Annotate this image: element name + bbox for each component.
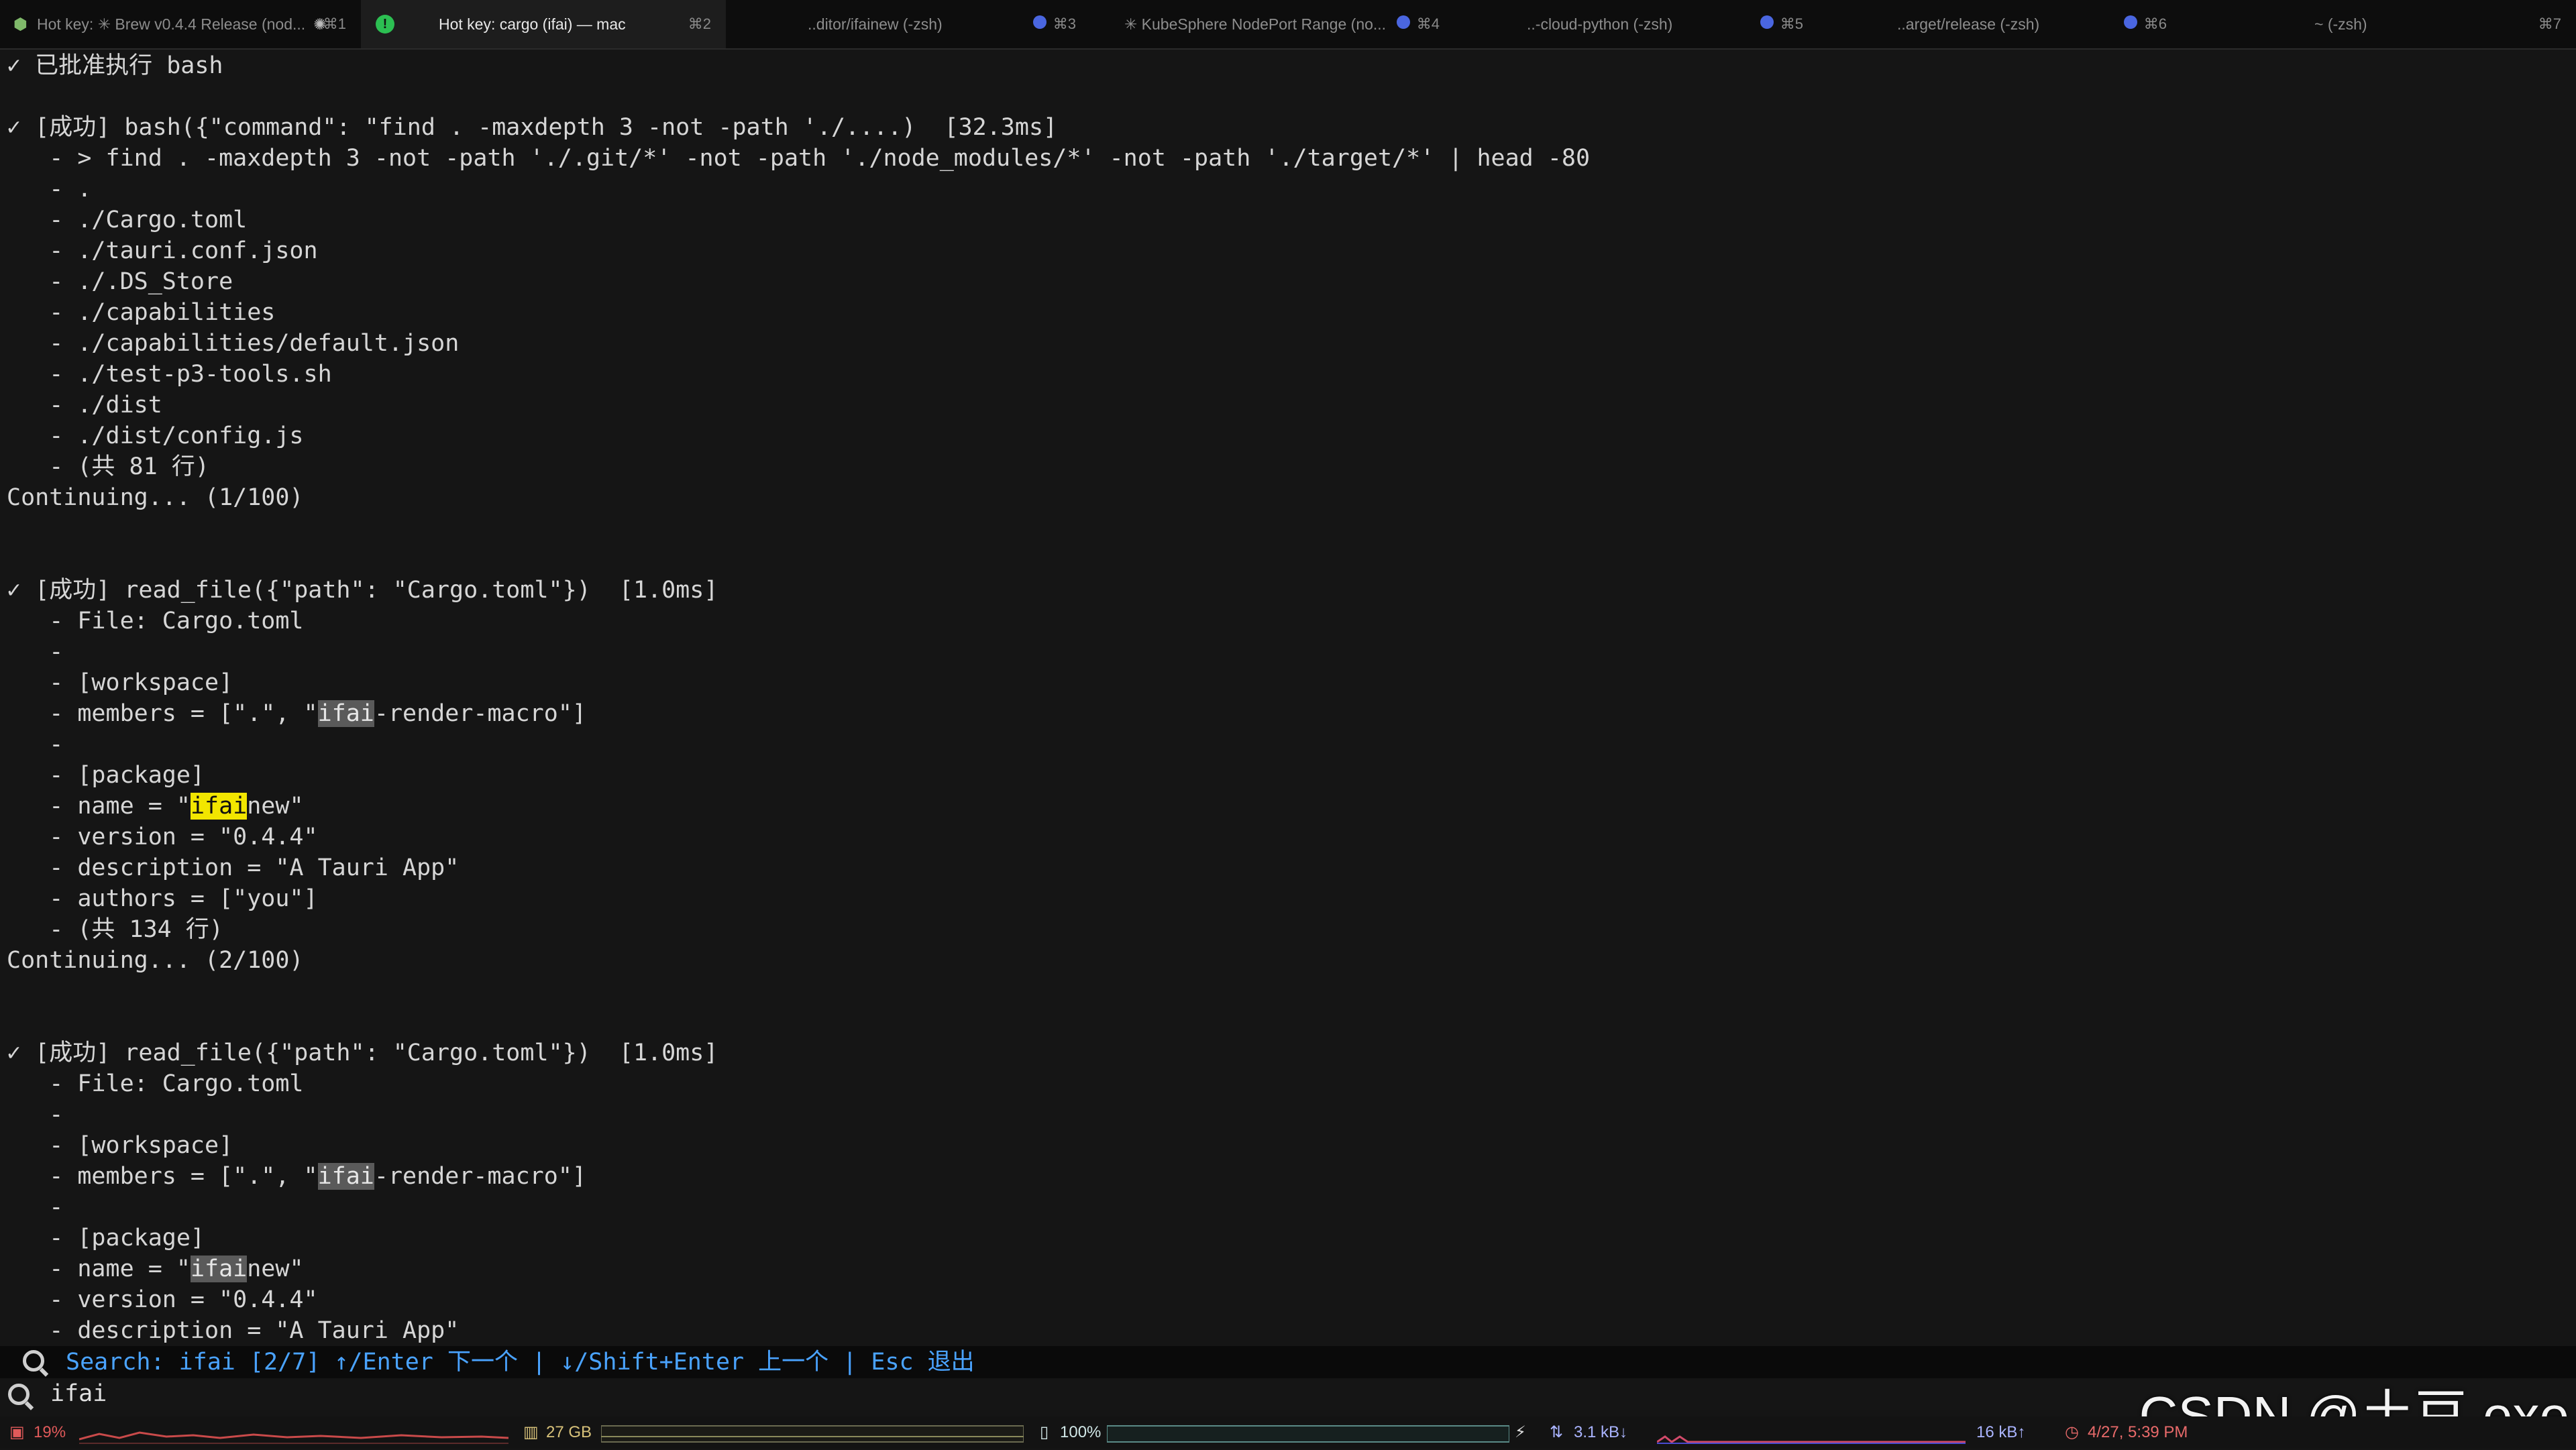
activity-dot-icon bbox=[1396, 15, 1410, 29]
tab-shortcut: ⌘6 bbox=[2143, 15, 2167, 32]
output-line: - ./dist/config.js bbox=[7, 423, 304, 449]
text-segment: - name = " bbox=[7, 793, 191, 820]
tab-bar: ⬢ Hot key: ✳ Brew v0.4.4 Release (nod...… bbox=[0, 0, 2576, 50]
output-line: - bbox=[7, 731, 64, 758]
tab-shortcut: ⌘7 bbox=[2538, 15, 2561, 32]
output-line: - name = "ifainew" bbox=[7, 791, 304, 822]
output-line: - name = "ifainew" bbox=[7, 1253, 304, 1284]
output-line: - ./tauri.conf.json bbox=[7, 237, 318, 264]
output-line: - version = "0.4.4" bbox=[7, 824, 318, 850]
tool-result-header: ✓ [成功] read_file({"path": "Cargo.toml"})… bbox=[7, 1040, 718, 1066]
continuing-line: Continuing... (2/100) bbox=[7, 947, 304, 974]
output-line: - members = [".", "ifai-render-macro"] bbox=[7, 1161, 586, 1192]
network-graph bbox=[1657, 1435, 1966, 1444]
battery-icon: ▯ bbox=[1040, 1423, 1049, 1441]
network-icon: ⇅ bbox=[1550, 1423, 1564, 1441]
output-line: - (共 134 行) bbox=[7, 916, 223, 943]
tab-label: ..ditor/ifainew (-zsh) bbox=[808, 15, 943, 33]
tab-label: ✳ KubeSphere NodePort Range (no... bbox=[1124, 15, 1387, 33]
tab-4[interactable]: ✳ KubeSphere NodePort Range (no... ⌘4 bbox=[1089, 0, 1453, 48]
output-line: - [package] bbox=[7, 1225, 205, 1251]
output-line: - bbox=[7, 638, 64, 665]
text-segment: -render-macro"] bbox=[374, 700, 586, 727]
output-line: - members = [".", "ifai-render-macro"] bbox=[7, 698, 586, 729]
tab-label: ..arget/release (-zsh) bbox=[1897, 15, 2040, 33]
search-status: Search: ifai [2/7] ↑/Enter 下一个 | ↓/Shift… bbox=[66, 1349, 975, 1376]
text-segment: new" bbox=[247, 1256, 304, 1282]
tab-label: ~ (-zsh) bbox=[2314, 15, 2367, 33]
memory-graph bbox=[601, 1425, 1024, 1443]
text-segment: - members = [".", " bbox=[7, 1163, 318, 1190]
cpu-graph bbox=[79, 1431, 508, 1444]
search-match: ifai bbox=[190, 1256, 248, 1282]
approved-line: ✓ 已批准执行 bash bbox=[7, 52, 223, 79]
network-upload: 16 kB↑ bbox=[1976, 1423, 2026, 1441]
tab-shortcut: ⌘3 bbox=[1053, 15, 1076, 32]
output-line: - ./test-p3-tools.sh bbox=[7, 361, 332, 388]
output-line: - ./Cargo.toml bbox=[7, 207, 248, 233]
datetime: 4/27, 5:39 PM bbox=[2088, 1423, 2188, 1441]
cpu-usage: 19% bbox=[34, 1423, 66, 1441]
memory-usage: 27 GB bbox=[546, 1423, 592, 1441]
output-line: - > find . -maxdepth 3 -not -path './.gi… bbox=[7, 145, 1591, 172]
tab-label: Hot key: cargo (ifai) — mac bbox=[439, 15, 626, 33]
tool-result-header: ✓ [成功] read_file({"path": "Cargo.toml"})… bbox=[7, 577, 718, 604]
tab-label: Hot key: ✳ Brew v0.4.4 Release (nod... bbox=[36, 15, 306, 33]
network-download: 3.1 kB↓ bbox=[1574, 1423, 1628, 1441]
activity-dot-icon bbox=[2123, 15, 2137, 29]
output-line: - (共 81 行) bbox=[7, 453, 209, 480]
activity-dot-icon bbox=[1032, 15, 1046, 29]
current-search-match: ifai bbox=[190, 793, 248, 820]
battery-level: 100% bbox=[1060, 1423, 1102, 1441]
output-line: - . bbox=[7, 176, 92, 203]
terminal-output[interactable]: ✓ 已批准执行 bash ✓ [成功] bash({"command": "fi… bbox=[0, 48, 2576, 1346]
tab-shortcut: ⌘1 bbox=[323, 15, 346, 32]
memory-icon: ▥ bbox=[523, 1423, 539, 1441]
output-line: - ./capabilities bbox=[7, 299, 276, 326]
output-line: - bbox=[7, 1194, 64, 1221]
tab-1[interactable]: ⬢ Hot key: ✳ Brew v0.4.4 Release (nod...… bbox=[0, 0, 361, 48]
tab-shortcut: ⌘2 bbox=[688, 15, 711, 32]
tab-shortcut: ⌘4 bbox=[1416, 15, 1440, 32]
output-line: - authors = ["you"] bbox=[7, 885, 318, 912]
output-line: - [workspace] bbox=[7, 669, 233, 696]
text-segment: -render-macro"] bbox=[374, 1163, 586, 1190]
tab-6[interactable]: ..arget/release (-zsh) ⌘6 bbox=[1817, 0, 2180, 48]
search-icon bbox=[23, 1350, 44, 1372]
tab-7[interactable]: ~ (-zsh) ⌘7 bbox=[2180, 0, 2576, 48]
output-line: - bbox=[7, 1101, 64, 1128]
status-bar: ▣ 19% ▥ 27 GB ▯ 100% ⚡ ⇅ 3.1 kB↓ 16 kB↑ … bbox=[0, 1416, 2576, 1449]
continuing-line: Continuing... (1/100) bbox=[7, 484, 304, 511]
tool-result-header: ✓ [成功] bash({"command": "find . -maxdept… bbox=[7, 114, 1058, 141]
output-line: - File: Cargo.toml bbox=[7, 1070, 304, 1097]
search-match: ifai bbox=[317, 700, 374, 727]
tab-5[interactable]: ..-cloud-python (-zsh) ⌘5 bbox=[1453, 0, 1817, 48]
tab-shortcut: ⌘5 bbox=[1780, 15, 1803, 32]
tab-2[interactable]: ! Hot key: cargo (ifai) — mac ⌘2 bbox=[361, 0, 726, 48]
tab-label: ..-cloud-python (-zsh) bbox=[1527, 15, 1673, 33]
output-line: - ./dist bbox=[7, 392, 162, 419]
app-icon: ⬢ bbox=[13, 15, 28, 34]
cpu-icon: ▣ bbox=[9, 1423, 25, 1441]
search-icon bbox=[8, 1384, 30, 1405]
activity-dot-icon bbox=[1760, 15, 1774, 29]
output-line: - [package] bbox=[7, 762, 205, 789]
output-line: - [workspace] bbox=[7, 1132, 233, 1159]
text-segment: new" bbox=[247, 793, 304, 820]
tab-3[interactable]: ..ditor/ifainew (-zsh) ⌘3 bbox=[726, 0, 1089, 48]
alert-icon: ! bbox=[376, 15, 394, 34]
output-line: - ./capabilities/default.json bbox=[7, 330, 460, 357]
output-line: - version = "0.4.4" bbox=[7, 1286, 318, 1313]
charging-icon: ⚡ bbox=[1515, 1423, 1526, 1441]
text-segment: - members = [".", " bbox=[7, 700, 318, 727]
output-line: - description = "A Tauri App" bbox=[7, 854, 460, 881]
search-match: ifai bbox=[317, 1163, 374, 1190]
output-line: - description = "A Tauri App" bbox=[7, 1317, 460, 1344]
search-input[interactable]: ifai bbox=[50, 1378, 107, 1409]
battery-graph bbox=[1107, 1425, 1509, 1443]
text-segment: - name = " bbox=[7, 1256, 191, 1282]
output-line: - ./.DS_Store bbox=[7, 268, 233, 295]
clock-icon: ◷ bbox=[2065, 1423, 2079, 1441]
output-line: - File: Cargo.toml bbox=[7, 608, 304, 634]
